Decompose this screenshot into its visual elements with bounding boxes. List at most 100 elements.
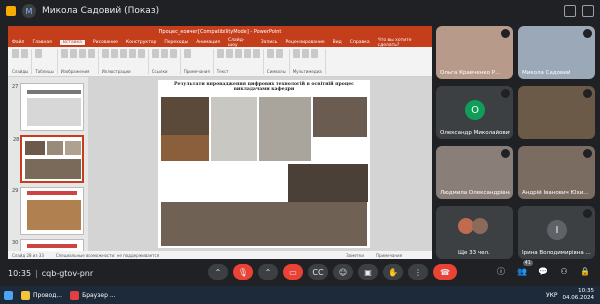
accessibility-status[interactable]: Специальные возможности: не поддерживает… <box>56 253 159 258</box>
ppt-menu-design[interactable]: Конструктор <box>126 40 156 45</box>
ribbon-group-symbols: Символы <box>266 49 290 74</box>
ppt-title-bar: Процес_ковчег[CompatibilityMode] - Power… <box>8 26 432 38</box>
notes-button[interactable]: Заметки <box>346 253 364 258</box>
fullscreen-icon[interactable] <box>582 5 594 17</box>
meeting-code: cqb-gtov-pnr <box>41 268 94 278</box>
participant-name: Олександр Миколайович... <box>440 130 510 136</box>
camera-off-button[interactable]: ▭ <box>283 264 303 280</box>
mic-muted-icon <box>501 29 510 38</box>
participant-name: Микола Садовий <box>522 70 571 76</box>
participant-tile[interactable]: Микола Садовий <box>518 26 595 79</box>
ppt-menu-file[interactable]: Файл <box>12 40 24 45</box>
video-options-icon[interactable]: ⌃ <box>258 264 278 280</box>
chat-icon[interactable]: 💬 <box>536 264 550 278</box>
avatar <box>472 218 488 234</box>
participant-tile[interactable]: Ольга Кравченко Р... <box>436 26 513 79</box>
photo-drone <box>313 97 367 137</box>
participant-tile[interactable] <box>518 86 595 139</box>
ppt-status-bar: Слайд 28 из 33 Специальные возможности: … <box>8 251 432 259</box>
participant-name: Андрій Іванович Юхи... <box>522 190 589 196</box>
current-slide[interactable]: Результати впровадження цифрових техноло… <box>158 80 370 248</box>
mic-muted-icon <box>583 209 592 218</box>
side-controls: ⓘ 👥 41 💬 ⚇ 🔒 <box>494 260 592 278</box>
people-icon[interactable]: 👥 41 <box>515 260 533 278</box>
ribbon-group-comments: Примечания <box>183 49 214 74</box>
slide-thumbnails[interactable]: 27 28 29 30 <box>8 77 88 259</box>
mic-muted-icon <box>501 89 510 98</box>
ppt-menu-help[interactable]: Справка <box>350 40 370 45</box>
avatar: І <box>547 220 567 240</box>
system-tray: УКР 10:35 04.06.2024 <box>546 288 600 302</box>
info-icon[interactable]: ⓘ <box>494 264 508 278</box>
account-avatar[interactable]: M <box>22 4 36 18</box>
photo-robot-arm <box>211 97 257 161</box>
ppt-ribbon: Слайды Таблицы Изображения Иллюстрации С… <box>8 47 432 77</box>
present-screen-button[interactable]: ▣ <box>358 264 378 280</box>
participant-name: Ольга Кравченко Р... <box>440 70 501 76</box>
thumbnail-slide[interactable]: 27 <box>12 83 84 131</box>
presenting-indicator-icon <box>6 6 16 16</box>
lock-icon[interactable]: 🔒 <box>578 264 592 278</box>
ribbon-group-slides: Слайды <box>12 49 33 74</box>
mic-muted-icon <box>501 149 510 158</box>
mic-muted-icon <box>583 149 592 158</box>
raise-hand-button[interactable]: ✋ <box>383 264 403 280</box>
taskbar-app-explorer[interactable]: Провод... <box>17 286 66 304</box>
start-button[interactable] <box>0 286 17 304</box>
captions-button[interactable]: CC <box>308 264 328 280</box>
participant-tile[interactable]: І Ірина Володимирівна ... <box>518 206 595 259</box>
ppt-menu-home[interactable]: Главная <box>32 40 51 45</box>
end-call-button[interactable]: ☎ <box>433 264 457 280</box>
photo-students-group <box>288 164 368 202</box>
audio-options-icon[interactable]: ⌃ <box>208 264 228 280</box>
participant-tile[interactable]: Людмила Олександрівна... <box>436 146 513 199</box>
participant-grid: Ольга Кравченко Р... Микола Садовий О Ол… <box>436 26 600 262</box>
more-participants-label: Ще 33 чел. <box>458 250 490 256</box>
ppt-menu-record[interactable]: Запись <box>261 40 278 45</box>
browser-icon <box>70 290 80 300</box>
language-indicator[interactable]: УКР <box>546 292 558 299</box>
slide-heading: Результати впровадження цифрових техноло… <box>174 82 354 92</box>
ppt-menu-insert[interactable]: Вставка <box>59 40 85 45</box>
folder-icon <box>21 290 30 300</box>
ribbon-group-links: Ссылки <box>151 49 181 74</box>
slide-counter: Слайд 28 из 33 <box>12 252 44 258</box>
comments-button[interactable]: Примечания <box>376 253 432 258</box>
ppt-menu-transitions[interactable]: Переходы <box>164 40 188 45</box>
top-bar: M Микола Садовий (Показ) <box>0 0 600 22</box>
ppt-menu-view[interactable]: Вид <box>333 40 342 45</box>
ppt-menu-slideshow[interactable]: Слайд-шоу <box>228 38 253 48</box>
photo-robot <box>259 97 311 161</box>
more-participants-tile[interactable]: Ще 33 чел. <box>436 206 513 259</box>
microphone-off-button[interactable]: 🎙 <box>233 264 253 280</box>
avatar: О <box>465 100 485 120</box>
taskbar-app-browser[interactable]: Браузер ... <box>66 286 119 304</box>
ribbon-group-images: Изображения <box>60 49 99 74</box>
photo-workshop <box>161 202 367 246</box>
ppt-menu-draw[interactable]: Рисование <box>93 40 118 45</box>
clock[interactable]: 10:35 04.06.2024 <box>563 288 595 302</box>
layout-icon[interactable] <box>564 5 576 17</box>
ppt-menu-animation[interactable]: Анимация <box>196 40 220 45</box>
participant-name: Ірина Володимирівна ... <box>522 250 591 256</box>
more-options-button[interactable]: ⋮ <box>408 264 428 280</box>
participant-tile[interactable]: О Олександр Миколайович... <box>436 86 513 139</box>
participants-count: 41 <box>522 260 533 266</box>
windows-icon <box>4 290 13 300</box>
emoji-button[interactable]: ☺ <box>333 264 353 280</box>
thumbnail-slide[interactable]: 29 <box>12 187 84 235</box>
activities-icon[interactable]: ⚇ <box>557 264 571 278</box>
ribbon-group-tables: Таблицы <box>35 49 58 74</box>
mic-muted-icon <box>583 89 592 98</box>
ppt-menu-review[interactable]: Рецензирование <box>285 40 324 45</box>
ribbon-group-illustrations: Иллюстрации <box>101 49 149 74</box>
os-taskbar: Провод... Браузер ... УКР 10:35 04.06.20… <box>0 286 600 304</box>
call-controls: ⌃ 🎙 ⌃ ▭ CC ☺ ▣ ✋ ⋮ ☎ <box>208 264 457 280</box>
ppt-menu-search[interactable]: Что вы хотите сделать? <box>378 38 432 48</box>
ribbon-group-media: Мультимедиа <box>292 49 326 74</box>
photo-3d-printed-part <box>161 135 209 161</box>
participant-tile[interactable]: Андрій Іванович Юхи... <box>518 146 595 199</box>
slide-editing-area: Результати впровадження цифрових техноло… <box>88 77 432 251</box>
thumbnail-slide-selected[interactable]: 28 <box>13 135 84 183</box>
presenter-name: Микола Садовий (Показ) <box>42 6 160 16</box>
